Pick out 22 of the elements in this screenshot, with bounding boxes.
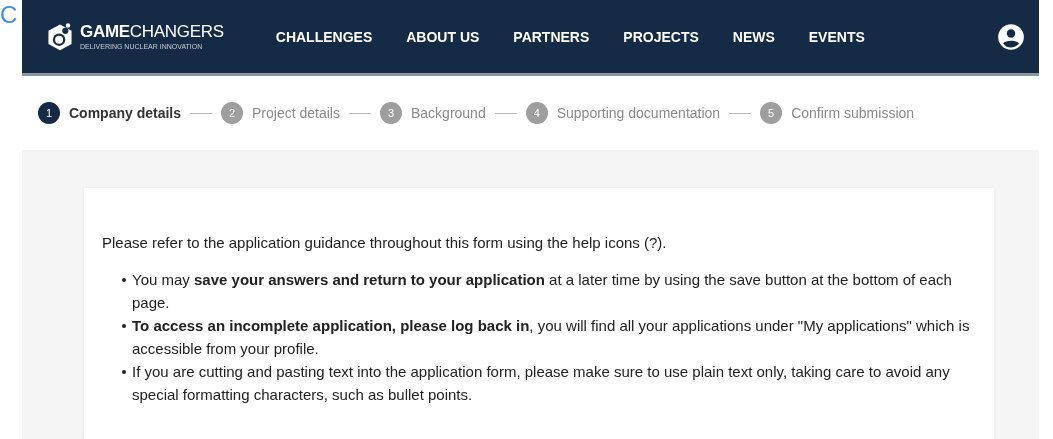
bullet-icon <box>122 370 126 374</box>
step-label[interactable]: Supporting documentation <box>556 105 721 121</box>
bullet-text: If you are cutting and pasting text into the application form, please make sure to use plain text only, taking care to avoid any special formatting characters, such as bullet points. <box>132 362 951 405</box>
step-label[interactable]: Confirm submission <box>791 105 915 121</box>
intro-text: Please refer to the application guidance throughout this form using the help icons (?). <box>102 233 668 253</box>
bullet-icon <box>122 324 126 328</box>
step-label[interactable]: Company details <box>69 105 182 121</box>
account-icon[interactable] <box>997 22 1025 51</box>
step-label[interactable]: Background <box>410 105 486 121</box>
nav-link[interactable]: NEWS <box>732 28 775 45</box>
bullet-text: You may save your answers and return to your application at a later time by using the save button at the bottom of each page. <box>132 270 953 313</box>
nav-link[interactable]: PROJECTS <box>623 28 699 45</box>
bullet-icon <box>122 278 126 282</box>
text-fragment: C <box>0 0 18 30</box>
nav-link[interactable]: CHALLENGES <box>275 28 373 45</box>
step-number[interactable]: 1 <box>38 102 60 124</box>
logo-wordmark[interactable]: GAMECHANGERS <box>80 22 224 42</box>
nav-link[interactable]: PARTNERS <box>513 28 590 45</box>
step-label[interactable]: Project details <box>252 105 340 121</box>
nav-link[interactable]: EVENTS <box>808 28 865 45</box>
bullet-text: To access an incomplete application, please log back in, you will find all your applications under "My applications" which is accessible from your profile. <box>132 316 971 359</box>
nav-link[interactable]: ABOUT US <box>406 28 480 45</box>
